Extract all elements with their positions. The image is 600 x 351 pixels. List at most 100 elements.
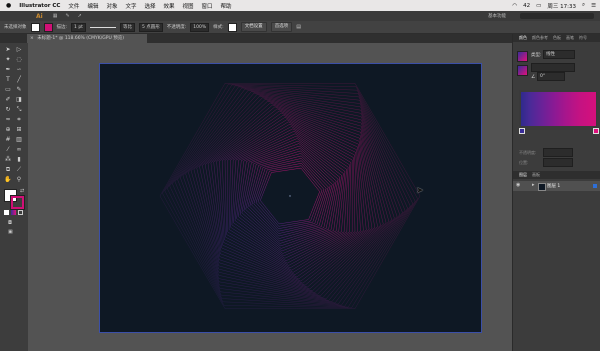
tab-symbols[interactable]: 符号: [579, 35, 587, 41]
menu-window[interactable]: 窗口: [202, 2, 213, 10]
width-tool-icon[interactable]: ≈: [3, 116, 13, 124]
gradient-stop-left[interactable]: [519, 128, 525, 134]
application-bar: Ai ▦ ✎ ➚ 基本功能: [0, 11, 600, 21]
stroke-profile-line[interactable]: [89, 26, 116, 28]
brush-icon[interactable]: ✎: [65, 13, 69, 19]
battery-percent[interactable]: 42: [523, 3, 530, 9]
stroke-weight-field[interactable]: 1 pt: [71, 22, 86, 32]
shape-builder-tool-icon[interactable]: ⊕: [3, 126, 13, 134]
tab-swatches[interactable]: 色板: [553, 35, 561, 41]
clock[interactable]: 周三 17:33: [547, 2, 576, 10]
gradient-opacity-label: 不透明度:: [519, 150, 537, 155]
gradient-location-field[interactable]: [543, 158, 573, 167]
scale-tool-icon[interactable]: ⤡: [14, 106, 24, 114]
search-stock-field[interactable]: [520, 13, 594, 19]
menu-edit[interactable]: 编辑: [87, 2, 98, 10]
angle-field[interactable]: 0°: [537, 72, 565, 81]
free-transform-tool-icon[interactable]: ⌗: [14, 116, 24, 124]
mouse-cursor-icon: ➤: [416, 186, 424, 196]
tab-color[interactable]: 颜色: [519, 35, 527, 41]
gpu-icon[interactable]: ➚: [78, 13, 82, 19]
lasso-tool-icon[interactable]: ◌: [14, 56, 24, 64]
gradient-type-select[interactable]: 线性: [543, 50, 575, 59]
menu-effect[interactable]: 效果: [164, 2, 175, 10]
fill-swatch[interactable]: [30, 22, 40, 32]
hand-tool-icon[interactable]: ✋: [3, 176, 13, 184]
brush-definition-select[interactable]: 5 点圆形: [138, 22, 163, 32]
style-swatch[interactable]: [227, 22, 237, 32]
canvas-area[interactable]: ➤: [28, 43, 512, 351]
menu-select[interactable]: 选择: [144, 2, 155, 10]
stroke-profile-select[interactable]: 等比: [119, 22, 135, 32]
tab-color-guide[interactable]: 颜色参考: [532, 35, 548, 41]
symbol-sprayer-tool-icon[interactable]: ⁂: [3, 156, 13, 164]
hexagon-line-artwork[interactable]: [100, 64, 481, 332]
workspace-switcher[interactable]: 基本功能: [488, 13, 506, 19]
menu-type[interactable]: 文字: [125, 2, 136, 10]
expand-arrow-icon[interactable]: ▸: [532, 182, 535, 188]
eyedropper-tool-icon[interactable]: ⁄: [3, 146, 13, 154]
direct-selection-tool-icon[interactable]: ▷: [14, 46, 24, 54]
none-mode-button[interactable]: [18, 210, 23, 215]
selection-tool-icon[interactable]: ➤: [3, 46, 13, 54]
artboard-tool-icon[interactable]: ⧉: [3, 166, 13, 174]
rectangle-tool-icon[interactable]: ▭: [3, 86, 13, 94]
battery-icon: ▭: [536, 2, 542, 9]
gradient-thumb-swatch[interactable]: [517, 65, 528, 76]
wifi-icon[interactable]: ◠: [512, 3, 517, 9]
perspective-grid-tool-icon[interactable]: ⊞: [14, 126, 24, 134]
visibility-eye-icon[interactable]: ◉: [516, 182, 520, 188]
pen-tool-icon[interactable]: ✒: [3, 66, 13, 74]
tab-layers[interactable]: 图层: [519, 172, 527, 178]
type-tool-icon[interactable]: T: [3, 76, 13, 84]
slice-tool-icon[interactable]: ⟋: [14, 166, 24, 174]
color-mode-button[interactable]: [4, 210, 9, 215]
magic-wand-tool-icon[interactable]: ✦: [3, 56, 13, 64]
menu-file[interactable]: 文件: [68, 2, 79, 10]
gradient-preview-swatch[interactable]: [517, 51, 528, 62]
gradient-stop-right[interactable]: [593, 128, 599, 134]
menu-list-icon[interactable]: ☰: [591, 3, 596, 9]
swap-fill-stroke-icon[interactable]: ⇄: [20, 188, 24, 194]
stroke-color-box[interactable]: [10, 195, 25, 210]
screen-mode-icon[interactable]: ▣: [8, 229, 13, 235]
shaper-tool-icon[interactable]: ✐: [3, 96, 13, 104]
eraser-tool-icon[interactable]: ◨: [14, 96, 24, 104]
document-tab-title[interactable]: 未标题-1* @ 118.66% (CMYK/GPU 预览): [37, 36, 124, 41]
tab-artboards[interactable]: 画板: [532, 172, 540, 178]
gradient-bar[interactable]: [521, 92, 596, 126]
draw-mode-icon[interactable]: ◘: [8, 220, 12, 226]
paintbrush-tool-icon[interactable]: ✎: [14, 86, 24, 94]
arrange-documents-icon[interactable]: ▦: [53, 13, 58, 19]
apple-icon[interactable]: ●: [6, 2, 11, 9]
zoom-tool-icon[interactable]: ⚲: [14, 176, 24, 184]
tab-close-icon[interactable]: ×: [30, 36, 34, 41]
search-icon[interactable]: ⌕: [582, 2, 585, 9]
rotate-tool-icon[interactable]: ↻: [3, 106, 13, 114]
gradient-tool-icon[interactable]: ▥: [14, 136, 24, 144]
document-setup-button[interactable]: 文档设置: [240, 22, 267, 32]
line-tool-icon[interactable]: ╱: [14, 76, 24, 84]
preferences-button[interactable]: 首选项: [270, 22, 293, 32]
opacity-field[interactable]: 100%: [190, 22, 210, 32]
mesh-tool-icon[interactable]: #: [3, 136, 13, 144]
layer-thumbnail: [538, 183, 546, 191]
stroke-gradient-options[interactable]: [531, 63, 575, 72]
gradient-opacity-field[interactable]: [543, 148, 573, 157]
blend-tool-icon[interactable]: ∞: [14, 146, 24, 154]
document-tab[interactable]: × 未标题-1* @ 118.66% (CMYK/GPU 预览): [27, 34, 147, 43]
layer-name[interactable]: 图层 1: [547, 183, 560, 189]
column-graph-tool-icon[interactable]: ▮: [14, 156, 24, 164]
arrange-icon[interactable]: ▤: [296, 24, 301, 30]
stroke-swatch[interactable]: [43, 22, 53, 32]
menu-help[interactable]: 帮助: [221, 2, 232, 10]
menu-view[interactable]: 视图: [183, 2, 194, 10]
layer-row[interactable]: ◉ ▸ 图层 1: [513, 181, 600, 191]
tab-brushes[interactable]: 画笔: [566, 35, 574, 41]
artboard[interactable]: [99, 63, 482, 333]
opacity-label[interactable]: 不透明度:: [167, 24, 187, 30]
gradient-mode-button[interactable]: [11, 210, 16, 215]
curvature-tool-icon[interactable]: ∽: [14, 66, 24, 74]
menu-object[interactable]: 对象: [106, 2, 117, 10]
app-menu-name[interactable]: Illustrator CC: [19, 3, 60, 9]
